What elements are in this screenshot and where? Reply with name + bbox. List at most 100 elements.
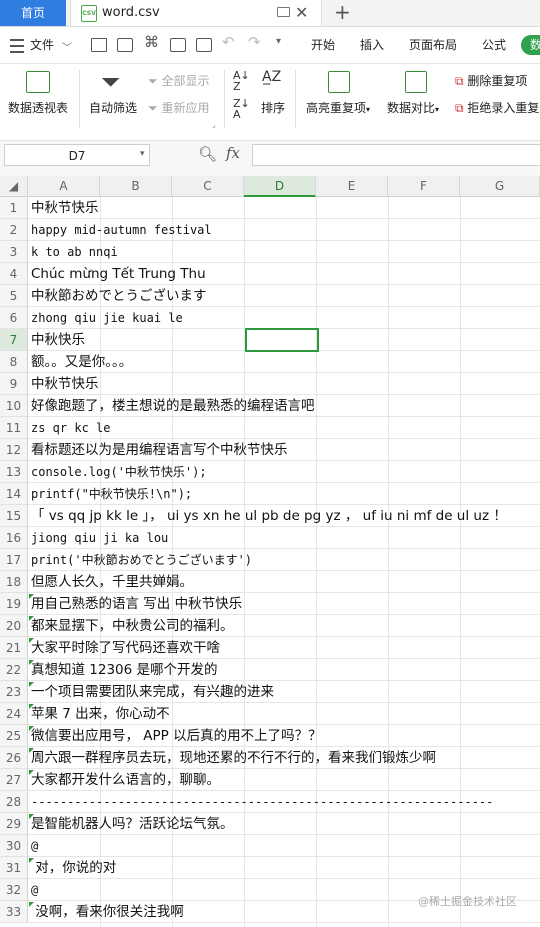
cell-a-text[interactable]: zhong qiu jie kuai le xyxy=(31,307,183,329)
column-header-f[interactable]: F xyxy=(388,176,460,197)
row-header[interactable]: 25 xyxy=(0,725,28,747)
cell-a-text[interactable]: 一个项目需要团队来完成，有兴趣的进来 xyxy=(31,681,274,703)
remove-duplicates-button[interactable]: ⧉ 删除重复项 xyxy=(455,72,527,89)
cell-a-text[interactable]: happy mid-autumn festival xyxy=(31,219,212,241)
more-chevron-icon[interactable]: ▾ xyxy=(276,36,281,47)
reapply-button[interactable]: ⏷ 重新应用 xyxy=(148,99,209,116)
filter-funnel-icon[interactable]: ⏷ xyxy=(101,68,120,96)
cell-a-text[interactable]: printf("中秋节快乐!\n"); xyxy=(31,483,192,505)
row-header[interactable]: 6 xyxy=(0,307,28,329)
row-header[interactable]: 33 xyxy=(0,901,28,923)
row-header[interactable]: 32 xyxy=(0,879,28,901)
sort-ascending-icon[interactable]: A↓ Z xyxy=(233,70,250,92)
row-header[interactable]: 20 xyxy=(0,615,28,637)
row-header[interactable]: 27 xyxy=(0,769,28,791)
row-header[interactable]: 1 xyxy=(0,197,28,219)
row-header[interactable]: 9 xyxy=(0,373,28,395)
row-header[interactable]: 16 xyxy=(0,527,28,549)
cell-a-text[interactable]: 中秋节快乐 xyxy=(31,373,99,395)
name-box[interactable]: D7 xyxy=(4,144,150,166)
cell-a-text[interactable]: 对，你说的对 xyxy=(31,857,116,879)
data-compare-icon[interactable] xyxy=(405,71,427,93)
row-header[interactable]: 29 xyxy=(0,813,28,835)
cell-a-text[interactable]: 是智能机器人吗？活跃论坛气氛。 xyxy=(31,813,234,835)
row-header[interactable]: 14 xyxy=(0,483,28,505)
tab-home[interactable]: 首页 xyxy=(0,0,66,26)
tab-close-icon[interactable]: ✕ xyxy=(295,0,308,26)
chevron-down-icon[interactable]: ﹀ xyxy=(62,39,72,54)
select-all-corner[interactable]: ◢ xyxy=(0,176,28,197)
cell-a-text[interactable]: 额。。又是你。。。 xyxy=(31,351,132,373)
cell-a-text[interactable]: jiong qiu ji ka lou xyxy=(31,527,168,549)
cell-a-text[interactable]: 苹果 7 出来，你心动不 xyxy=(31,703,170,725)
cell-a-text[interactable]: 但愿人长久，千里共婵娟。 xyxy=(31,571,193,593)
cell-a-text[interactable]: 大家平时除了写代码还喜欢干啥 xyxy=(31,637,220,659)
row-header[interactable]: 5 xyxy=(0,285,28,307)
row-header[interactable]: 11 xyxy=(0,417,28,439)
row-header[interactable]: 31 xyxy=(0,857,28,879)
table-row[interactable] xyxy=(28,197,540,219)
cell-a-text[interactable]: console.log('中秋节快乐'); xyxy=(31,461,207,483)
cell-a-text[interactable]: @ xyxy=(31,835,38,857)
cell-a-text[interactable]: zs qr kc le xyxy=(31,417,110,439)
undo-icon[interactable]: ↶ xyxy=(222,33,235,51)
cell-a-text[interactable]: ----------------------------------------… xyxy=(31,791,493,813)
open-folder-icon[interactable] xyxy=(91,38,107,52)
column-header-d[interactable]: D xyxy=(244,176,316,197)
row-header[interactable]: 26 xyxy=(0,747,28,769)
cell-a-text[interactable]: Chúc mừng Tết Trung Thu xyxy=(31,263,206,285)
cell-a-text[interactable]: 中秋節おめでとうございます xyxy=(31,285,207,307)
column-header-b[interactable]: B xyxy=(100,176,172,197)
row-header[interactable]: 3 xyxy=(0,241,28,263)
row-header[interactable]: 15 xyxy=(0,505,28,527)
table-row[interactable] xyxy=(28,835,540,857)
name-box-dropdown-icon[interactable]: ▾ xyxy=(140,149,145,159)
row-header[interactable]: 13 xyxy=(0,461,28,483)
cell-a-text[interactable]: k to ab nnqi xyxy=(31,241,118,263)
column-header-c[interactable]: C xyxy=(172,176,244,197)
cell-a-text[interactable]: 中秋快乐 xyxy=(31,329,85,351)
row-header[interactable]: 19 xyxy=(0,593,28,615)
cell-a-text[interactable]: @ xyxy=(31,879,38,901)
row-header[interactable]: 18 xyxy=(0,571,28,593)
cell-a-text[interactable]: 中秋节快乐 xyxy=(31,197,99,219)
tab-file[interactable]: CSV word.csv ✕ xyxy=(70,0,322,26)
highlight-duplicates-icon[interactable] xyxy=(328,71,350,93)
cell-a-text[interactable]: 好像跑题了，楼主想说的是最熟悉的编程语言吧 xyxy=(31,395,315,417)
row-header[interactable]: 2 xyxy=(0,219,28,241)
save-icon[interactable] xyxy=(117,38,133,52)
hamburger-menu-icon[interactable] xyxy=(10,39,24,53)
cell-a-text[interactable]: 微信要出应用号， APP 以后真的用不上了吗？？ xyxy=(31,725,322,747)
pivot-table-icon[interactable] xyxy=(26,71,50,93)
file-menu-button[interactable]: 文件 xyxy=(30,27,54,63)
column-header-e[interactable]: E xyxy=(316,176,388,197)
column-header-a[interactable]: A xyxy=(28,176,100,197)
row-header[interactable]: 4 xyxy=(0,263,28,285)
row-header[interactable]: 22 xyxy=(0,659,28,681)
fx-icon[interactable]: fx xyxy=(226,144,240,162)
row-header[interactable]: 24 xyxy=(0,703,28,725)
tab-insert[interactable]: 插入 xyxy=(360,27,384,63)
row-header[interactable]: 30 xyxy=(0,835,28,857)
table-row[interactable] xyxy=(28,373,540,395)
cell-a-text[interactable]: 都来显摆下，中秋贵公司的福利。 xyxy=(31,615,234,637)
cell-a-text[interactable]: 周六跟一群程序员去玩，现地还累的不行不行的，看来我们锻炼少啊 xyxy=(31,747,436,769)
row-header[interactable]: 21 xyxy=(0,637,28,659)
row-header[interactable]: 23 xyxy=(0,681,28,703)
data-compare-button[interactable]: 数据对比▾ xyxy=(387,99,439,116)
zoom-search-icon[interactable]: 🔍︎ xyxy=(198,145,217,163)
row-header[interactable]: 12 xyxy=(0,439,28,461)
dialog-launcher-icon[interactable]: ⌟ xyxy=(212,120,216,129)
row-header[interactable]: 7 xyxy=(0,329,28,351)
auto-filter-button[interactable]: 自动筛选 xyxy=(89,99,137,116)
cell-a-text[interactable]: 真想知道 12306 是哪个开发的 xyxy=(31,659,218,681)
cell-a-text[interactable]: 用自己熟悉的语言 写出 中秋节快乐 xyxy=(31,593,242,615)
tab-formula[interactable]: 公式 xyxy=(482,27,506,63)
tab-data-active[interactable]: 数 xyxy=(521,35,540,55)
print-icon[interactable] xyxy=(170,38,186,52)
cell-a-text[interactable]: 看标题还以为是用编程语言写个中秋节快乐 xyxy=(31,439,288,461)
window-pin-icon[interactable] xyxy=(277,7,290,17)
cell-a-text[interactable]: 没啊，看来你很关注我啊 xyxy=(31,901,184,923)
formula-input[interactable] xyxy=(252,144,540,166)
show-all-button[interactable]: ⏷ 全部显示 xyxy=(148,72,209,89)
